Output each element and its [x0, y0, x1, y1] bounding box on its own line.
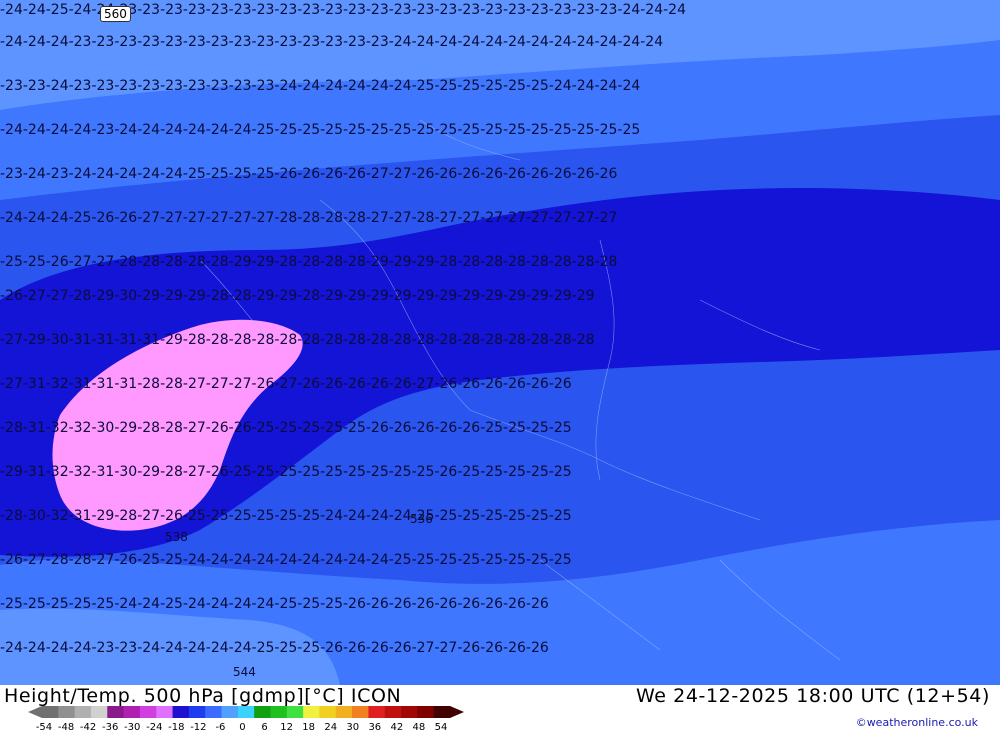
scale-color-cell	[270, 706, 288, 718]
temperature-field: -24-24-25-24-24-23-23-23-23-23-23-23-23-…	[0, 0, 1000, 685]
scale-tick-label: -30	[124, 722, 140, 732]
scale-color-cell	[42, 706, 59, 718]
scale-tick-label: 24	[324, 722, 337, 732]
svg-text:-24-24-24-24-23-24-24-24-24-24: -24-24-24-24-23-24-24-24-24-24-24-25-25-…	[0, 122, 640, 138]
svg-text:-23-24-23-24-24-24-24-24-25-25: -23-24-23-24-24-24-24-24-25-25-25-25-26-…	[0, 166, 617, 182]
scale-color-cell	[221, 706, 239, 718]
scale-color-cell	[335, 706, 353, 718]
scale-color-cell	[368, 706, 386, 718]
height-contour-label: 544	[233, 665, 256, 679]
scale-color-cell	[319, 706, 337, 718]
credit-link[interactable]: ©weatheronline.co.uk	[856, 716, 978, 729]
scale-color-cell	[303, 706, 320, 718]
scale-color-cell	[237, 706, 255, 718]
scale-tick-label: -48	[58, 722, 74, 732]
scale-color-cell	[172, 706, 190, 718]
scale-tick-label: -54	[36, 722, 52, 732]
svg-text:-26-27-28-28-27-26-25-25-24-24: -26-27-28-28-27-26-25-25-24-24-24-24-24-…	[0, 552, 572, 568]
scale-arrow-left	[28, 706, 42, 718]
scale-color-cell	[139, 706, 157, 718]
svg-text:-25-25-26-27-27-28-28-28-28-28: -25-25-26-27-27-28-28-28-28-28-29-29-28-…	[0, 254, 617, 270]
valid-time: We 24-12-2025 18:00 UTC (12+54)	[635, 685, 990, 707]
scale-color-cell	[90, 706, 108, 718]
height-contour-label: 536	[410, 512, 433, 526]
weather-map[interactable]: -24-24-25-24-24-23-23-23-23-23-23-23-23-…	[0, 0, 1000, 685]
svg-text:-27-29-30-31-31-31-31-29-28-28: -27-29-30-31-31-31-31-29-28-28-28-28-28-…	[0, 332, 595, 348]
svg-text:-24-24-24-25-26-26-27-27-27-27: -24-24-24-25-26-26-27-27-27-27-27-27-28-…	[0, 210, 617, 226]
scale-tick-label: 42	[390, 722, 403, 732]
scale-color-cell	[123, 706, 141, 718]
scale-tick-label: -12	[190, 722, 206, 732]
scale-tick-label: 6	[261, 722, 267, 732]
svg-text:-28-31-32-32-30-29-28-28-27-26: -28-31-32-32-30-29-28-28-27-26-26-25-25-…	[0, 420, 572, 436]
scale-color-cell	[205, 706, 223, 718]
scale-tick-label: 12	[280, 722, 293, 732]
scale-color-cell	[58, 706, 76, 718]
scale-color-cell	[107, 706, 125, 718]
scale-tick-label: 48	[413, 722, 426, 732]
scale-tick-label: -24	[146, 722, 162, 732]
svg-text:-27-31-32-31-31-31-28-28-27-27: -27-31-32-31-31-31-28-28-27-27-27-26-27-…	[0, 376, 572, 392]
scale-color-cell	[286, 706, 304, 718]
scale-tick-label: -6	[215, 722, 225, 732]
svg-text:-29-31-32-32-31-30-29-28-27-26: -29-31-32-32-31-30-29-28-27-26-25-25-25-…	[0, 464, 572, 480]
height-contour-label: 560	[100, 6, 131, 22]
scale-tick-label: 0	[239, 722, 245, 732]
scale-color-cell	[401, 706, 418, 718]
scale-color-cell	[188, 706, 206, 718]
scale-tick-label: 30	[346, 722, 359, 732]
svg-text:-28-30-32-31-29-28-27-26-25-25: -28-30-32-31-29-28-27-26-25-25-25-25-25-…	[0, 508, 572, 524]
scale-color-cell	[417, 706, 435, 718]
height-contour-label: 538	[165, 530, 188, 544]
scale-tick-label: -42	[80, 722, 96, 732]
scale-tick-label: -18	[168, 722, 184, 732]
scale-tick-label: -36	[102, 722, 118, 732]
scale-color-cell	[156, 706, 174, 718]
map-footer: Height/Temp. 500 hPa [gdmp][°C] ICON We …	[0, 685, 1000, 733]
scale-color-cell	[74, 706, 92, 718]
map-title: Height/Temp. 500 hPa [gdmp][°C] ICON	[4, 685, 402, 707]
svg-text:-23-23-24-23-23-23-23-23-23-23: -23-23-24-23-23-23-23-23-23-23-23-23-24-…	[0, 78, 640, 94]
scale-tick-label: 18	[302, 722, 315, 732]
scale-color-cell	[433, 706, 451, 718]
svg-text:-26-27-27-28-29-30-29-29-29-28: -26-27-27-28-29-30-29-29-29-28-28-29-29-…	[0, 288, 595, 304]
svg-text:-25-25-25-25-25-24-24-25-24-24: -25-25-25-25-25-24-24-25-24-24-24-24-25-…	[0, 596, 549, 612]
svg-text:-24-24-24-23-23-23-23-23-23-23: -24-24-24-23-23-23-23-23-23-23-23-23-23-…	[0, 34, 663, 50]
scale-color-cell	[352, 706, 369, 718]
scale-color-cell	[384, 706, 402, 718]
svg-text:-24-24-24-24-23-23-24-24-24-24: -24-24-24-24-23-23-24-24-24-24-24-25-25-…	[0, 640, 549, 656]
color-scale-legend: -54 -48 -42 -36 -30 -24 -18 -12 -6 0 6 12 18 24 30 36 42…	[28, 706, 464, 732]
scale-color-cell	[254, 706, 271, 718]
scale-tick-label: 54	[435, 722, 448, 732]
scale-arrow-right	[450, 706, 464, 718]
scale-tick-label: 36	[368, 722, 381, 732]
